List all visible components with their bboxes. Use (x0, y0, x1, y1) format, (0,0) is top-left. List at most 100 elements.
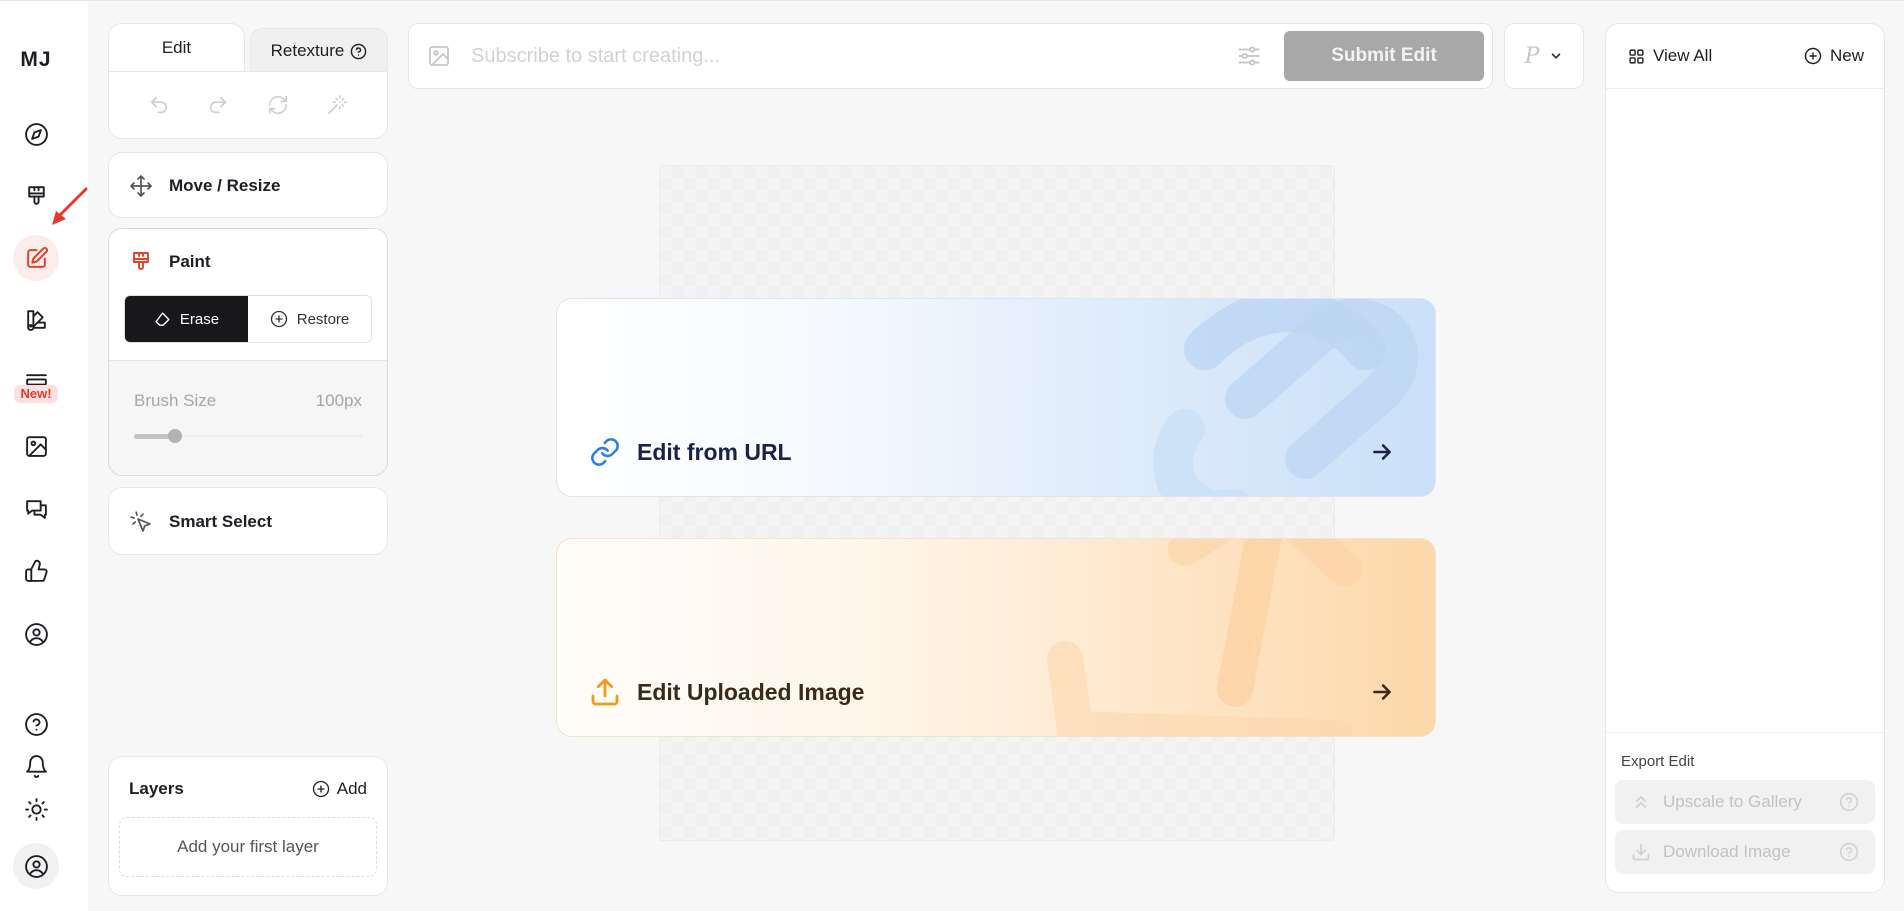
add-first-layer[interactable]: Add your first layer (119, 817, 377, 877)
help-icon (24, 712, 48, 736)
cursor-sparkle-icon (130, 511, 151, 532)
arrow-right-icon (1373, 684, 1391, 700)
nav-organize[interactable] (13, 423, 59, 469)
plus-circle-icon (312, 780, 329, 798)
plus-circle-icon (1804, 47, 1822, 65)
new-badge: New! (14, 385, 58, 403)
view-all-button[interactable]: View All (1628, 46, 1712, 66)
nav-personalize[interactable] (13, 297, 59, 343)
arrow-right-icon-wrap (1369, 439, 1395, 465)
edit-from-url-label: Edit from URL (637, 438, 792, 465)
layers-title: Layers (129, 779, 184, 798)
add-layer-label: Add (336, 779, 367, 798)
download-label: Download Image (1663, 842, 1791, 861)
magic-wand-icon[interactable] (326, 94, 348, 116)
prompt-bar: Submit Edit (408, 23, 1493, 89)
prompt-input[interactable] (471, 44, 1236, 68)
reset-icon[interactable] (267, 94, 289, 116)
layers-panel: Layers Add Add your first layer (108, 756, 388, 896)
erase-label: Erase (179, 310, 220, 328)
thumbs-up-icon (24, 559, 48, 582)
erase-restore-toggle: Erase Restore (124, 295, 372, 343)
mode-tabs: Edit Retexture (108, 23, 388, 73)
nav-rail: MJ New! (0, 1, 88, 911)
paint-tool: Paint Erase Restore Brush Size 100px (108, 228, 388, 476)
nav-rate[interactable] (13, 548, 59, 594)
add-layer-button[interactable]: Add (312, 779, 367, 799)
mode-selector[interactable]: P (1504, 23, 1584, 89)
help-icon[interactable] (1839, 842, 1859, 862)
sliders-icon (1238, 46, 1260, 66)
new-label: New (1829, 46, 1864, 65)
paintbrush-icon (27, 185, 45, 205)
upscale-label: Upscale to Gallery (1663, 792, 1802, 811)
eraser-icon (155, 311, 170, 326)
upload-icon (591, 678, 619, 706)
paint-label: Paint (169, 252, 211, 271)
mode-selector-value: P (1524, 43, 1540, 69)
brush-size-value: 100px (315, 391, 362, 410)
user-circle-icon (24, 622, 48, 646)
nav-edit[interactable] (13, 235, 59, 281)
arrow-right-icon-wrap (1369, 679, 1395, 705)
export-section: Export Edit Upscale to Gallery Download … (1606, 732, 1884, 892)
paint-tool-header[interactable]: Paint (109, 229, 387, 295)
smart-select-label: Smart Select (169, 512, 272, 531)
nav-profile[interactable] (13, 611, 59, 657)
nav-notifications[interactable] (13, 743, 59, 789)
nav-theme[interactable] (13, 786, 59, 832)
view-all-label: View All (1653, 46, 1713, 65)
undo-icon[interactable] (148, 94, 170, 116)
image-icon (429, 46, 449, 66)
restore-button[interactable]: Restore (248, 296, 371, 342)
chat-icon (25, 499, 47, 519)
upscale-to-gallery-button[interactable]: Upscale to Gallery (1615, 780, 1875, 824)
tab-retexture-label: Retexture (270, 41, 345, 60)
move-resize-label: Move / Resize (169, 176, 281, 195)
logo[interactable]: MJ (0, 48, 72, 72)
new-button[interactable]: New (1804, 46, 1864, 66)
grid-icon (1629, 48, 1644, 64)
brush-size-label: Brush Size (134, 391, 217, 410)
paintbrush-icon (133, 252, 149, 270)
restore-label: Restore (296, 310, 350, 328)
download-image-button[interactable]: Download Image (1615, 830, 1875, 874)
tab-edit[interactable]: Edit (108, 23, 245, 73)
arrow-right-icon (1373, 444, 1391, 460)
chevron-down-icon (1552, 53, 1561, 59)
submit-edit-button[interactable]: Submit Edit (1284, 31, 1484, 81)
account-icon (24, 854, 48, 878)
edit-canvas[interactable] (659, 165, 1335, 841)
brush-size-slider[interactable] (134, 429, 362, 443)
edit-uploaded-image-label: Edit Uploaded Image (637, 678, 865, 705)
history-panel: View All New Export Edit Upscale to Gall… (1605, 23, 1885, 893)
nav-account[interactable] (13, 843, 59, 889)
nav-chat[interactable] (13, 486, 59, 532)
upload-icon-wrap (589, 676, 621, 708)
erase-button[interactable]: Erase (125, 296, 248, 342)
nav-explore[interactable] (13, 111, 59, 157)
image-icon (25, 435, 47, 457)
help-icon[interactable] (1839, 792, 1859, 812)
slider-handle[interactable] (168, 429, 183, 443)
brush-size-row: Brush Size 100px (109, 361, 387, 411)
tab-retexture[interactable]: Retexture (250, 28, 388, 73)
smart-select-tool[interactable]: Smart Select (108, 487, 388, 555)
settings-button[interactable] (1236, 43, 1262, 69)
history-toolbar (108, 71, 388, 139)
nav-help[interactable] (13, 701, 59, 747)
link-icon (591, 438, 619, 466)
edit-uploaded-image-card[interactable]: Edit Uploaded Image (556, 538, 1436, 737)
palette-icon (26, 309, 46, 331)
plus-circle-icon (270, 310, 287, 328)
download-icon (1632, 843, 1650, 861)
compass-icon (24, 122, 48, 146)
edit-from-url-card[interactable]: Edit from URL (556, 298, 1436, 497)
move-resize-tool[interactable]: Move / Resize (108, 152, 388, 218)
redo-icon[interactable] (207, 94, 229, 116)
sun-icon (24, 797, 48, 821)
link-icon-wrap (589, 436, 621, 468)
annotation-arrow-icon (52, 187, 88, 225)
image-prompt-button[interactable] (427, 44, 451, 68)
edit-icon (26, 246, 48, 268)
